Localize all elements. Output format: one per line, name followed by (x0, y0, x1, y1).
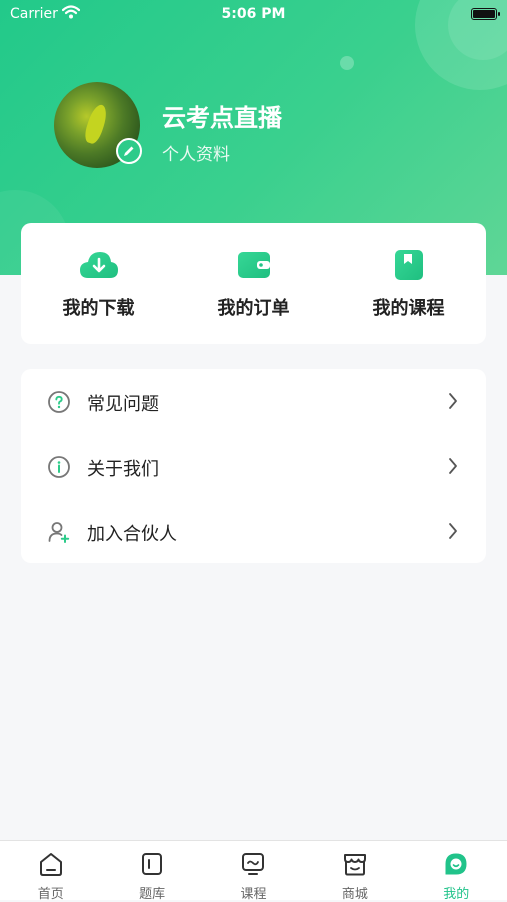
tab-mine[interactable]: 我的 (406, 841, 507, 902)
tab-bar: 首页 题库 课程 商城 我的 (0, 840, 507, 902)
status-time: 5:06 PM (221, 6, 286, 22)
profile-info-link[interactable]: 个人资料 (162, 140, 230, 165)
user-nickname[interactable]: 云考点直播 (162, 98, 282, 133)
my-orders-label: 我的订单 (217, 298, 290, 319)
store-icon (342, 851, 368, 881)
question-bank-icon (139, 851, 165, 881)
menu-item-label: 常见问题 (87, 394, 159, 415)
status-bar: Carrier 5:06 PM (0, 0, 507, 30)
info-circle-icon (47, 455, 71, 483)
tab-question-bank[interactable]: 题库 (101, 841, 202, 902)
menu-item-about-us[interactable]: 关于我们 (21, 434, 486, 498)
tab-courses[interactable]: 课程 (203, 841, 304, 902)
tab-label: 首页 (37, 887, 64, 902)
my-downloads-button[interactable]: 我的下载 (21, 223, 176, 344)
home-icon (38, 851, 64, 881)
battery-icon (471, 8, 500, 20)
chevron-right-icon (448, 457, 458, 479)
course-monitor-icon (240, 851, 266, 881)
tab-label: 商城 (341, 887, 368, 902)
menu-item-faq[interactable]: 常见问题 (21, 369, 486, 433)
quick-actions-card: 我的下载 我的订单 我的课程 (21, 223, 486, 344)
menu-item-label: 关于我们 (87, 459, 159, 480)
book-bookmark-icon (394, 249, 424, 285)
question-circle-icon (47, 390, 71, 418)
pencil-icon (124, 146, 134, 156)
my-orders-button[interactable]: 我的订单 (176, 223, 331, 344)
edit-avatar-button[interactable] (116, 138, 142, 164)
chevron-right-icon (448, 392, 458, 414)
chevron-right-icon (448, 522, 458, 544)
menu-item-join-partner[interactable]: 加入合伙人 (21, 499, 486, 563)
tab-label: 我的 (443, 887, 470, 902)
tab-store[interactable]: 商城 (304, 841, 405, 902)
decorative-dot (340, 56, 354, 70)
menu-item-label: 加入合伙人 (87, 524, 177, 545)
profile-leaf-icon (443, 851, 469, 881)
tab-home[interactable]: 首页 (0, 841, 101, 902)
add-user-icon (47, 520, 71, 548)
download-cloud-icon (79, 249, 119, 285)
wallet-icon (237, 249, 271, 285)
menu-list: 常见问题 关于我们 加入合伙人 (21, 369, 486, 563)
my-courses-label: 我的课程 (372, 298, 445, 319)
tab-label: 题库 (139, 887, 166, 902)
my-downloads-label: 我的下载 (62, 298, 135, 319)
my-courses-button[interactable]: 我的课程 (331, 223, 486, 344)
tab-label: 课程 (240, 887, 267, 902)
